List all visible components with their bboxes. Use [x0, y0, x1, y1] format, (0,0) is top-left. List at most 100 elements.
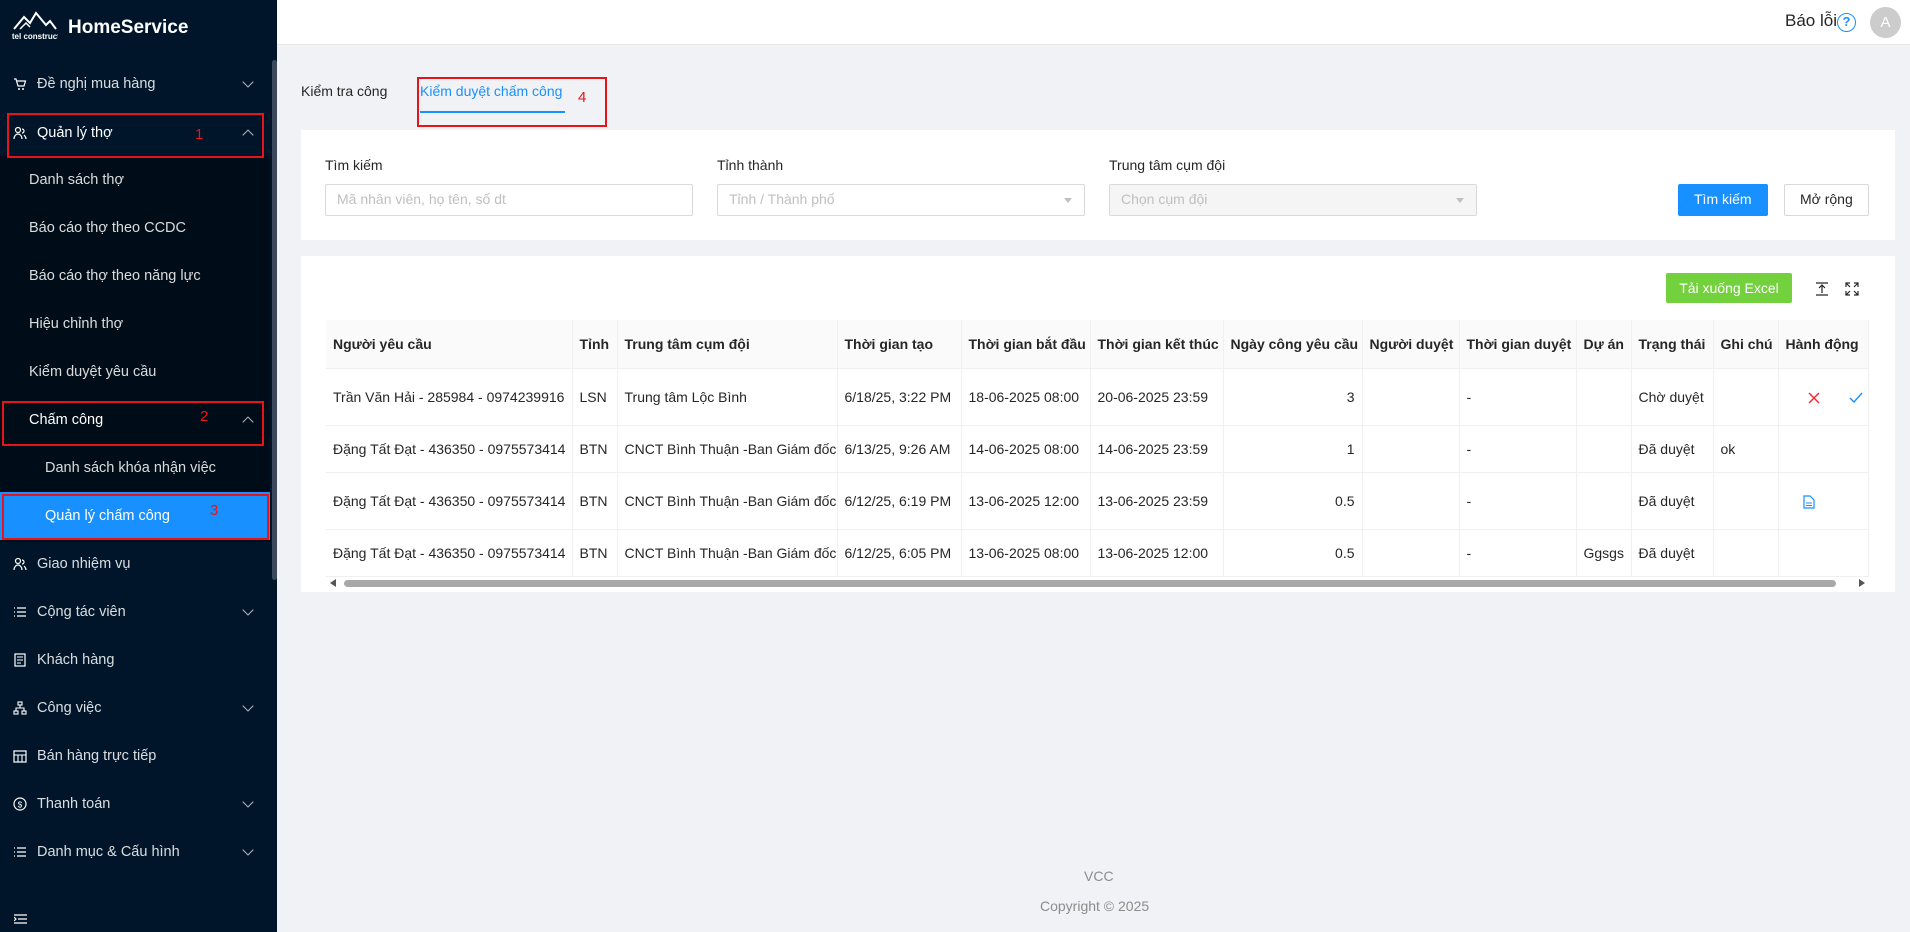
cell-created: 6/13/25, 9:26 AM	[837, 425, 962, 473]
column-header[interactable]: Thời gian bắt đầu	[961, 320, 1091, 369]
annotation-box	[2, 494, 269, 540]
column-height-icon[interactable]	[1815, 282, 1829, 296]
chevron-down-icon	[242, 700, 254, 712]
cell-actions	[1778, 425, 1869, 473]
column-header[interactable]: Ngày công yêu cầu	[1223, 320, 1363, 369]
menu-payment[interactable]: $ Thanh toán	[0, 780, 270, 828]
cart-icon	[12, 76, 28, 92]
menu-catalog-config[interactable]: Danh mục & Cấu hình	[0, 828, 270, 876]
column-header[interactable]: Thời gian tạo	[837, 320, 962, 369]
help-icon[interactable]: ?	[1837, 13, 1856, 32]
cell-actions	[1778, 472, 1869, 530]
avatar[interactable]: A	[1870, 7, 1901, 38]
column-header[interactable]: Trung tâm cụm đội	[617, 320, 838, 369]
province-select[interactable]: Tỉnh / Thành phố	[717, 184, 1085, 216]
column-header[interactable]: Thời gian duyệt	[1459, 320, 1577, 369]
column-header[interactable]: Người yêu cầu	[326, 320, 573, 369]
center-label: Trung tâm cụm đội	[1109, 157, 1226, 173]
cell-project	[1576, 368, 1632, 426]
cell-status: Chờ duyệt	[1631, 368, 1714, 426]
column-header[interactable]: Ghi chú	[1713, 320, 1779, 369]
svg-text:$: $	[18, 801, 23, 810]
column-header[interactable]: Thời gian kết thúc	[1090, 320, 1224, 369]
column-header[interactable]: Tỉnh	[572, 320, 618, 369]
column-header[interactable]: Hành động	[1778, 320, 1869, 369]
column-header[interactable]: Trạng thái	[1631, 320, 1714, 369]
menu-request-review[interactable]: Kiểm duyệt yêu cầu	[0, 348, 270, 396]
list-icon	[12, 844, 28, 860]
menu-job-lock-list[interactable]: Danh sách khóa nhận việc	[0, 444, 270, 492]
menu-worker-edit[interactable]: Hiệu chỉnh thợ	[0, 300, 270, 348]
table-horizontal-scrollbar[interactable]	[344, 580, 1836, 587]
column-header[interactable]: Dự án	[1576, 320, 1632, 369]
cell-requester: Đặng Tất Đạt - 436350 - 0975573414	[326, 425, 573, 473]
menu-direct-sales[interactable]: Bán hàng trực tiếp	[0, 732, 270, 780]
report-bug-link[interactable]: Báo lỗi	[1785, 11, 1837, 31]
annotation-label: 3	[210, 502, 219, 519]
cell-approver	[1362, 472, 1460, 530]
center-select[interactable]: Chọn cụm đội	[1109, 184, 1477, 216]
menu-collaborators[interactable]: Cộng tác viên	[0, 588, 270, 636]
search-button[interactable]: Tìm kiếm	[1678, 184, 1768, 216]
export-excel-button[interactable]: Tải xuống Excel	[1666, 273, 1792, 303]
search-input[interactable]: Mã nhân viên, họ tên, số dt	[325, 184, 693, 216]
menu-jobs[interactable]: Công việc	[0, 684, 270, 732]
list-icon	[12, 604, 28, 620]
menu-label: Kiểm duyệt yêu cầu	[29, 364, 157, 380]
logo[interactable]: viettel construction HomeService	[0, 0, 277, 56]
scroll-right-arrow-icon[interactable]	[1859, 579, 1865, 587]
payment-icon: $	[12, 796, 28, 812]
file-icon[interactable]	[1802, 495, 1815, 509]
cell-start: 18-06-2025 08:00	[961, 368, 1091, 426]
cell-approver	[1362, 529, 1460, 577]
cell-province: LSN	[572, 368, 618, 426]
table-row: Trần Văn Hải - 285984 - 0974239916 LSN T…	[326, 368, 1869, 426]
cell-approved-time: -	[1459, 425, 1577, 473]
province-label: Tỉnh thành	[717, 157, 784, 173]
table-row: Đặng Tất Đạt - 436350 - 0975573414 BTN C…	[326, 472, 1869, 530]
menu-customers[interactable]: Khách hàng	[0, 636, 270, 684]
viettel-logo-icon: viettel construction	[12, 11, 58, 41]
menu-label: Bán hàng trực tiếp	[37, 748, 157, 764]
menu-label: Danh mục & Cấu hình	[37, 844, 180, 860]
tab-timekeeping-review[interactable]: Kiểm duyệt chấm công	[420, 83, 562, 99]
menu-label: Báo cáo thợ theo CCDC	[29, 220, 187, 236]
customer-icon	[12, 652, 28, 668]
top-header: Báo lỗi ? A	[277, 0, 1910, 45]
cell-note: ok	[1713, 425, 1779, 473]
cell-center: CNCT Bình Thuận -Ban Giám đốc	[617, 472, 838, 530]
cell-days: 0.5	[1223, 472, 1363, 530]
cell-actions	[1778, 529, 1869, 577]
annotation-box	[2, 401, 264, 446]
fullscreen-icon[interactable]	[1845, 282, 1859, 296]
menu-label: Đề nghị mua hàng	[37, 76, 156, 92]
cell-requester: Đặng Tất Đạt - 436350 - 0975573414	[326, 472, 573, 530]
cell-start: 13-06-2025 08:00	[961, 529, 1091, 577]
cell-created: 6/12/25, 6:19 PM	[837, 472, 962, 530]
reject-icon[interactable]	[1808, 392, 1820, 404]
menu-assign-task[interactable]: Giao nhiệm vụ	[0, 540, 270, 588]
annotation-box	[7, 113, 264, 158]
cell-created: 6/18/25, 3:22 PM	[837, 368, 962, 426]
expand-button[interactable]: Mở rộng	[1784, 184, 1869, 216]
scroll-left-arrow-icon[interactable]	[330, 579, 336, 587]
table-row: Đặng Tất Đạt - 436350 - 0975573414 BTN C…	[326, 425, 1869, 473]
approve-check-icon[interactable]	[1849, 392, 1863, 404]
tab-check-work[interactable]: Kiểm tra công	[301, 83, 387, 99]
cell-approved-time: -	[1459, 529, 1577, 577]
cell-project	[1576, 472, 1632, 530]
menu-worker-list[interactable]: Danh sách thợ	[0, 156, 270, 204]
chevron-down-icon	[242, 604, 254, 616]
column-header[interactable]: Người duyệt	[1362, 320, 1460, 369]
sidebar-scrollbar[interactable]	[272, 60, 277, 580]
menu-label: Báo cáo thợ theo năng lực	[29, 268, 201, 284]
cell-province: BTN	[572, 425, 618, 473]
menu-collapse-icon[interactable]	[14, 914, 27, 924]
menu-worker-report-tools[interactable]: Báo cáo thợ theo CCDC	[0, 204, 270, 252]
menu-purchase-request[interactable]: Đề nghị mua hàng	[0, 60, 270, 108]
cell-approver	[1362, 425, 1460, 473]
menu-worker-report-capability[interactable]: Báo cáo thợ theo năng lực	[0, 252, 270, 300]
assign-icon	[12, 556, 28, 572]
cell-project	[1576, 425, 1632, 473]
table-panel: Tải xuống Excel Người yêu cầu Tỉnh Trung…	[301, 256, 1895, 592]
